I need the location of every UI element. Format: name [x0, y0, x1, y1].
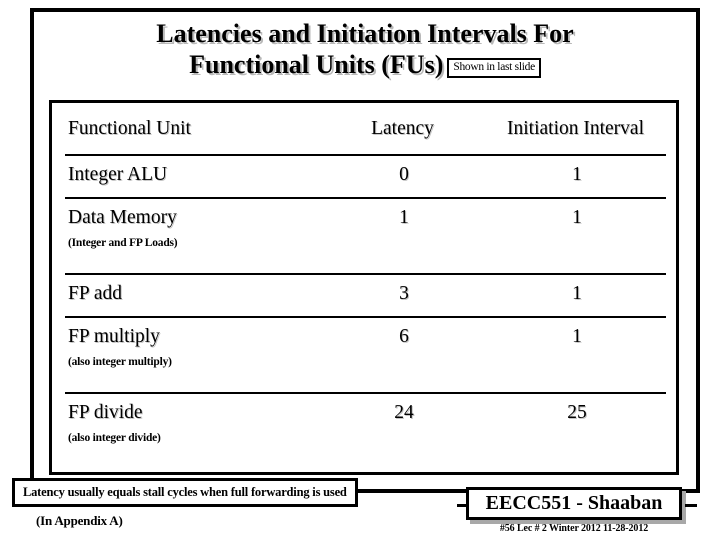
cell-latency: 6 — [320, 316, 485, 393]
course-author-label: EECC551 - Shaaban — [485, 492, 663, 514]
column-header-initiation-interval: Initiation Interval — [507, 118, 644, 139]
cell-functional-unit: FP divide (also integer divide) — [65, 392, 320, 468]
unit-subtitle: (also integer divide) — [68, 432, 161, 444]
cell-functional-unit: Integer ALU — [65, 154, 320, 198]
table-row: FP add 3 1 — [65, 273, 666, 317]
cell-initiation-interval: 1 — [485, 197, 666, 274]
unit-subtitle: (also integer multiply) — [68, 356, 172, 368]
cell-initiation-interval: 1 — [485, 154, 666, 198]
cell-functional-unit: FP add — [65, 273, 320, 317]
cell-initiation-interval: 1 — [485, 316, 666, 393]
appendix-reference-note: (In Appendix A) — [36, 513, 123, 528]
title-line-2-row: Functional Units (FUs) Shown in last sli… — [40, 49, 690, 80]
cell-latency: 3 — [320, 273, 485, 317]
table-header-row: Functional Unit Latency Initiation Inter… — [65, 118, 666, 155]
unit-name: FP multiply — [68, 326, 160, 347]
footer-meta-label: #56 Lec # 2 Winter 2012 11-28-2012 — [499, 523, 649, 534]
cell-functional-unit: FP multiply (also integer multiply) — [65, 316, 320, 393]
functional-units-table-panel: Functional Unit Latency Initiation Inter… — [49, 100, 679, 475]
cell-latency: 0 — [320, 154, 485, 198]
table-row: Data Memory (Integer and FP Loads) 1 1 — [65, 197, 666, 274]
unit-name: FP divide — [68, 402, 143, 423]
cell-initiation-interval: 25 — [485, 392, 666, 468]
unit-name: FP add — [68, 283, 122, 304]
cell-initiation-interval: 1 — [485, 273, 666, 317]
latency-note-callout: Latency usually equals stall cycles when… — [12, 478, 358, 507]
title-line-1: Latencies and Initiation Intervals For — [156, 19, 574, 48]
cell-latency: 1 — [320, 197, 485, 274]
slide-footer: EECC551 - Shaaban #56 Lec # 2 Winter 201… — [457, 487, 697, 534]
cell-latency: 24 — [320, 392, 485, 468]
column-header-latency: Latency — [371, 118, 434, 139]
footer-tick-left-decoration — [457, 504, 469, 507]
title-line-2: Functional Units (FUs) — [189, 50, 444, 79]
footer-tick-right-decoration — [685, 504, 697, 507]
functional-units-table: Functional Unit Latency Initiation Inter… — [65, 118, 666, 468]
course-author-badge: EECC551 - Shaaban — [457, 487, 697, 520]
table-row: FP divide (also integer divide) 24 25 — [65, 392, 666, 468]
shown-in-last-slide-callout: Shown in last slide — [447, 57, 541, 78]
table-row: Integer ALU 0 1 — [65, 154, 666, 198]
unit-subtitle: (Integer and FP Loads) — [68, 237, 178, 249]
slide-title: Latencies and Initiation Intervals For F… — [40, 18, 690, 80]
unit-name: Integer ALU — [68, 164, 168, 185]
unit-name: Data Memory — [68, 207, 177, 228]
cell-functional-unit: Data Memory (Integer and FP Loads) — [65, 197, 320, 274]
table-row: FP multiply (also integer multiply) 6 1 — [65, 316, 666, 393]
column-header-functional-unit: Functional Unit — [68, 118, 191, 139]
